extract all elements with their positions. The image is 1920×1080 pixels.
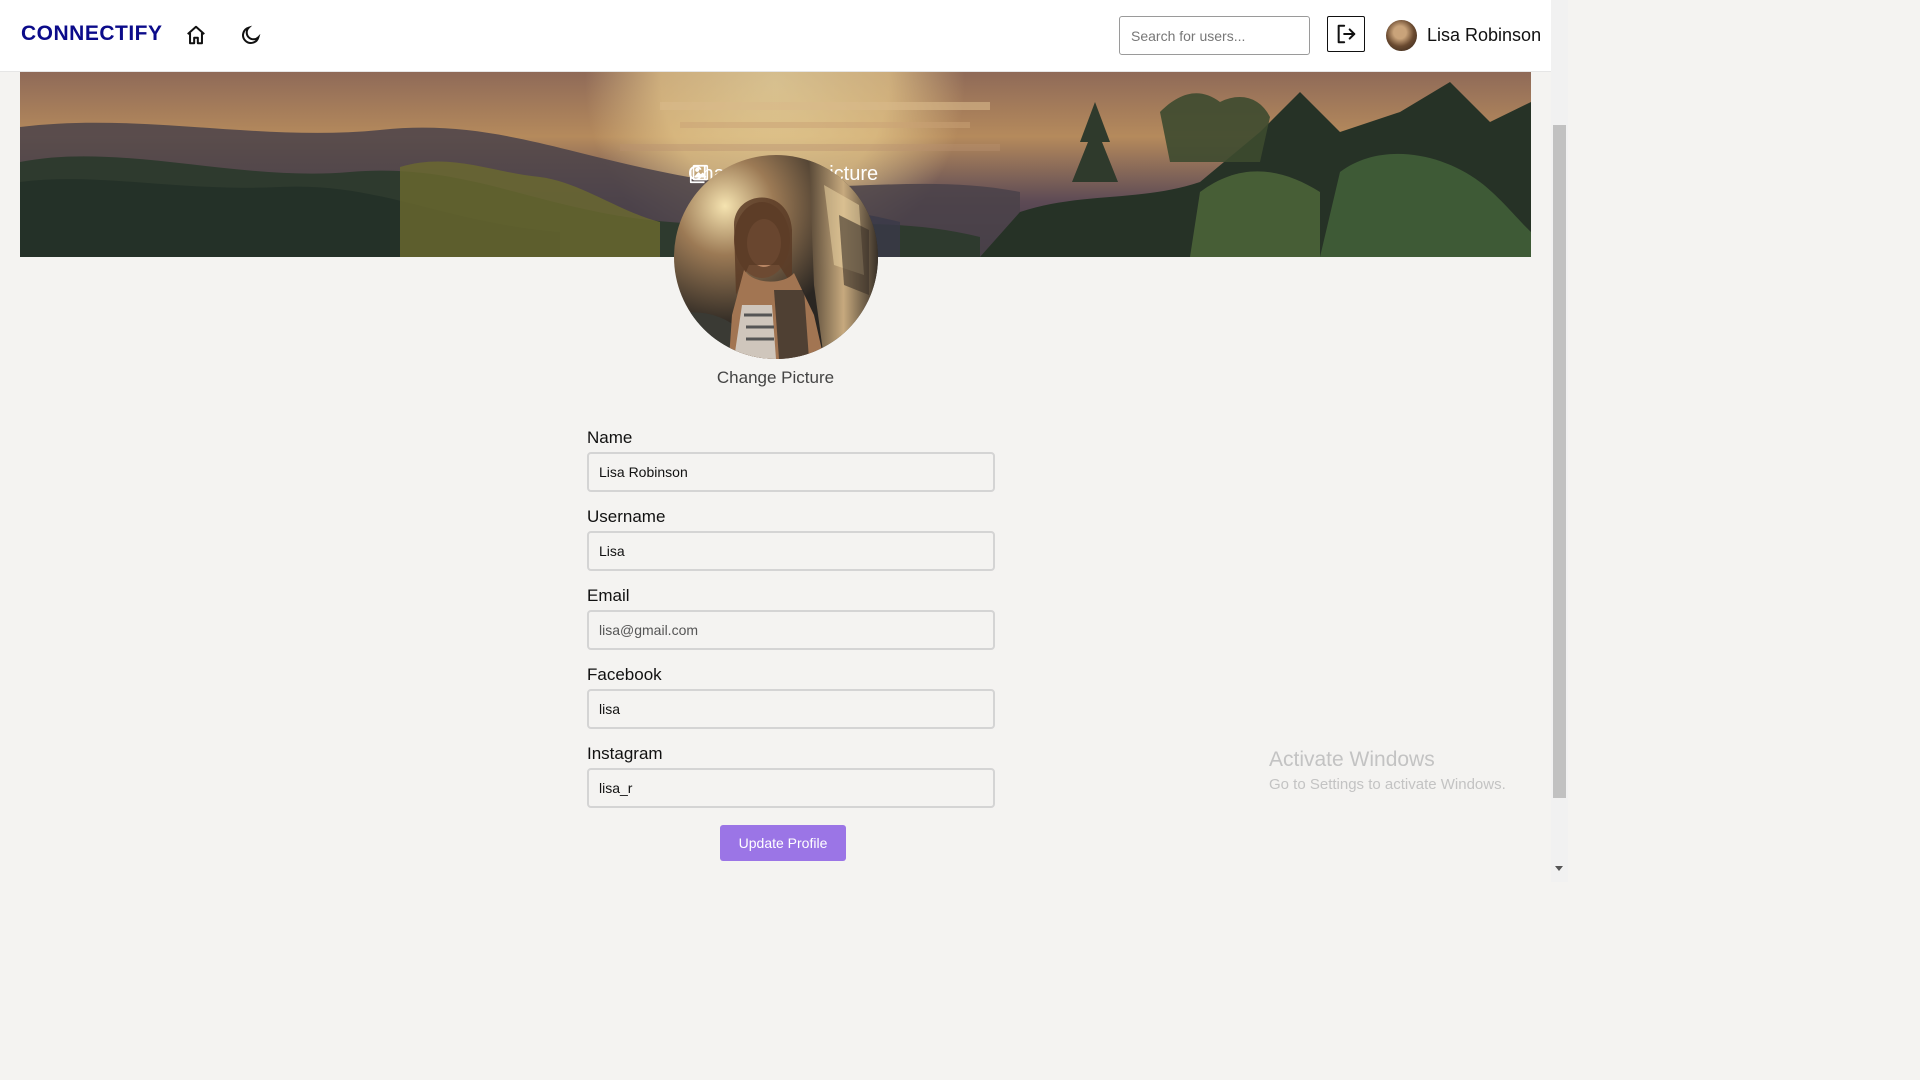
name-input[interactable] [587, 452, 995, 492]
name-field: Name [587, 428, 995, 492]
watermark-subtitle: Go to Settings to activate Windows. [1269, 776, 1506, 793]
instagram-label: Instagram [587, 744, 663, 763]
logout-icon [1337, 24, 1356, 44]
user-name[interactable]: Lisa Robinson [1427, 25, 1541, 46]
name-label: Name [587, 428, 633, 447]
top-navbar: CONNECTIFY Lisa Robinson [0, 0, 1551, 72]
instagram-input[interactable] [587, 768, 995, 808]
change-picture-label: Change Picture [716, 368, 835, 387]
brand-logo[interactable]: CONNECTIFY [21, 22, 163, 46]
facebook-field: Facebook [587, 665, 995, 729]
scroll-down-arrow-icon[interactable] [1555, 866, 1563, 871]
logout-button[interactable] [1327, 16, 1365, 52]
windows-activation-watermark: Activate Windows Go to Settings to activ… [1269, 748, 1506, 793]
watermark-title: Activate Windows [1269, 748, 1435, 771]
page: CONNECTIFY Lisa Robinson [0, 0, 1568, 882]
scrollbar-thumb[interactable] [1553, 125, 1566, 798]
email-field: Email [587, 586, 995, 650]
change-picture-link[interactable]: Change Picture [0, 368, 1551, 388]
facebook-input[interactable] [587, 689, 995, 729]
update-profile-button[interactable]: Update Profile [720, 825, 846, 861]
email-label: Email [587, 586, 630, 605]
user-avatar[interactable] [1386, 20, 1417, 51]
username-input[interactable] [587, 531, 995, 571]
profile-photo-image [674, 155, 878, 359]
facebook-label: Facebook [587, 665, 662, 684]
instagram-field: Instagram [587, 744, 995, 808]
dark-mode-icon[interactable] [238, 22, 264, 48]
vertical-scrollbar[interactable] [1551, 0, 1568, 882]
home-icon[interactable] [183, 22, 209, 48]
search-users-input[interactable] [1119, 16, 1310, 55]
email-input[interactable] [587, 610, 995, 650]
username-field: Username [587, 507, 995, 571]
profile-picture[interactable] [674, 155, 878, 359]
username-label: Username [587, 507, 666, 526]
